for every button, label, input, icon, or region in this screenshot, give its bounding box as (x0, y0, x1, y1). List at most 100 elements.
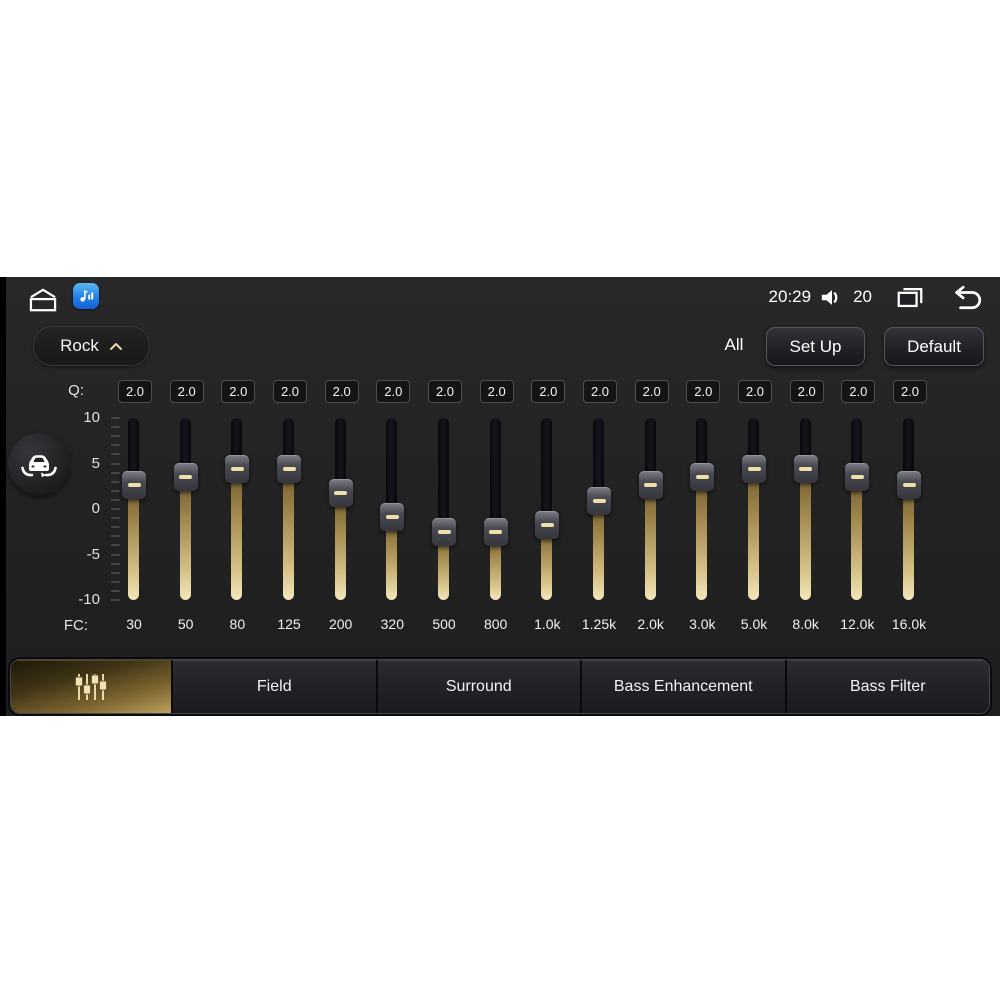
slider-fill (799, 468, 811, 600)
slider-handle[interactable] (122, 470, 146, 499)
gain-slider-1.0k[interactable] (535, 418, 560, 600)
slider-handle[interactable] (432, 518, 456, 547)
gain-slider-1.25k[interactable] (587, 418, 611, 600)
back-icon[interactable] (948, 284, 982, 310)
slider-fill (851, 476, 863, 600)
q-value-30[interactable]: 2.0 (118, 380, 152, 403)
volume-level: 20 (853, 287, 872, 306)
q-value-5.0k[interactable]: 2.0 (738, 380, 772, 403)
gain-slider-800[interactable] (483, 418, 508, 600)
slider-handle[interactable] (793, 454, 818, 483)
slider-handle-grip (850, 474, 864, 479)
status-cluster: 20:29 20 (769, 283, 982, 311)
slider-handle-grip (127, 482, 141, 487)
eq-band-1.0k: 2.0 1.0k (521, 380, 573, 640)
q-value-2.0k[interactable]: 2.0 (634, 380, 669, 403)
q-value-50[interactable]: 2.0 (169, 380, 204, 403)
gain-slider-5.0k[interactable] (742, 418, 766, 600)
slider-handle[interactable] (328, 479, 353, 508)
gain-slider-30[interactable] (122, 418, 146, 600)
slider-handle[interactable] (380, 502, 405, 531)
clock: 20:29 (768, 287, 812, 306)
music-eq-app-icon[interactable] (73, 283, 99, 309)
gain-slider-2.0k[interactable] (638, 418, 663, 600)
slider-handle-grip (230, 466, 244, 471)
slider-handle[interactable] (845, 462, 870, 491)
q-value-1.25k[interactable]: 2.0 (583, 380, 617, 403)
slider-handle[interactable] (742, 454, 766, 483)
gain-axis-label: -5 (86, 545, 100, 563)
slider-handle-grip (644, 482, 658, 487)
all-button[interactable]: All (712, 326, 756, 364)
slider-handle[interactable] (897, 470, 921, 499)
eq-band-200: 2.0 200 (315, 380, 367, 640)
gain-slider-16.0k[interactable] (897, 418, 921, 600)
home-icon[interactable] (24, 287, 62, 313)
bottom-tab-bar: Field Surround Bass Enhancement Bass Fil… (10, 659, 990, 714)
slider-fill (593, 500, 604, 600)
slider-handle[interactable] (173, 462, 198, 491)
default-button[interactable]: Default (884, 327, 984, 366)
eq-band-8.0k: 2.0 8.0k (780, 380, 832, 640)
slider-handle[interactable] (587, 487, 611, 516)
slider-handle[interactable] (483, 518, 508, 547)
slider-handle-grip (747, 466, 761, 471)
slider-handle-grip (695, 474, 709, 479)
gain-slider-200[interactable] (328, 418, 353, 600)
slider-handle-grip (799, 466, 813, 471)
q-value-200[interactable]: 2.0 (324, 380, 359, 403)
slider-handle[interactable] (690, 462, 715, 491)
slider-fill (231, 468, 243, 600)
gain-slider-500[interactable] (432, 418, 456, 600)
tab-surround[interactable]: Surround (375, 660, 580, 713)
gain-axis-label: 10 (83, 409, 100, 426)
gain-slider-12.0k[interactable] (845, 418, 870, 600)
q-value-800[interactable]: 2.0 (479, 380, 514, 403)
gain-slider-320[interactable] (380, 418, 405, 600)
slider-handle-grip (179, 474, 193, 479)
slider-fill (644, 484, 656, 600)
eq-band-500: 2.0 500 (418, 380, 470, 640)
q-value-320[interactable]: 2.0 (376, 380, 411, 403)
gain-slider-125[interactable] (277, 418, 301, 600)
q-value-8.0k[interactable]: 2.0 (789, 380, 824, 403)
slider-handle[interactable] (225, 454, 250, 483)
tab-equalizer[interactable] (11, 660, 171, 713)
gain-axis-label: 0 (91, 500, 100, 517)
eq-sliders-icon (75, 673, 107, 700)
q-value-1.0k[interactable]: 2.0 (531, 380, 566, 403)
q-value-500[interactable]: 2.0 (428, 380, 462, 403)
q-value-12.0k[interactable]: 2.0 (841, 380, 876, 403)
fc-row-label: FC: (63, 617, 88, 634)
preset-dropdown[interactable]: Rock (33, 326, 150, 366)
tab-bass-filter[interactable]: Bass Filter (784, 660, 989, 713)
tab-bass-enhancement[interactable]: Bass Enhancement (580, 660, 785, 713)
q-value-16.0k[interactable]: 2.0 (893, 380, 927, 403)
slider-fill (903, 484, 914, 600)
q-value-3.0k[interactable]: 2.0 (686, 380, 721, 403)
slider-handle[interactable] (535, 510, 560, 539)
eq-band-3.0k: 2.0 3.0k (676, 380, 728, 640)
eq-band-2.0k: 2.0 2.0k (625, 380, 677, 640)
gain-slider-80[interactable] (225, 418, 250, 600)
head-unit-screen: 20:29 20 Rock All Set Up Default Q: FC: … (0, 277, 1000, 716)
chevron-up-icon (109, 342, 122, 350)
slider-handle-grip (334, 491, 348, 496)
q-value-80[interactable]: 2.0 (221, 380, 256, 403)
slider-handle-grip (592, 499, 606, 504)
tab-field[interactable]: Field (171, 660, 376, 713)
slider-handle[interactable] (277, 454, 301, 483)
q-row-label: Q: (68, 382, 84, 399)
slider-handle-grip (282, 466, 296, 471)
q-value-125[interactable]: 2.0 (273, 380, 307, 403)
gain-slider-3.0k[interactable] (690, 418, 715, 600)
gain-slider-8.0k[interactable] (793, 418, 818, 600)
setup-button[interactable]: Set Up (766, 327, 865, 366)
recent-apps-icon[interactable] (895, 285, 925, 310)
car-rotate-button[interactable] (8, 433, 70, 495)
preset-value: Rock (60, 336, 99, 355)
slider-fill (128, 484, 139, 600)
slider-handle-grip (540, 522, 554, 527)
slider-handle[interactable] (638, 470, 663, 499)
gain-slider-50[interactable] (173, 418, 198, 600)
